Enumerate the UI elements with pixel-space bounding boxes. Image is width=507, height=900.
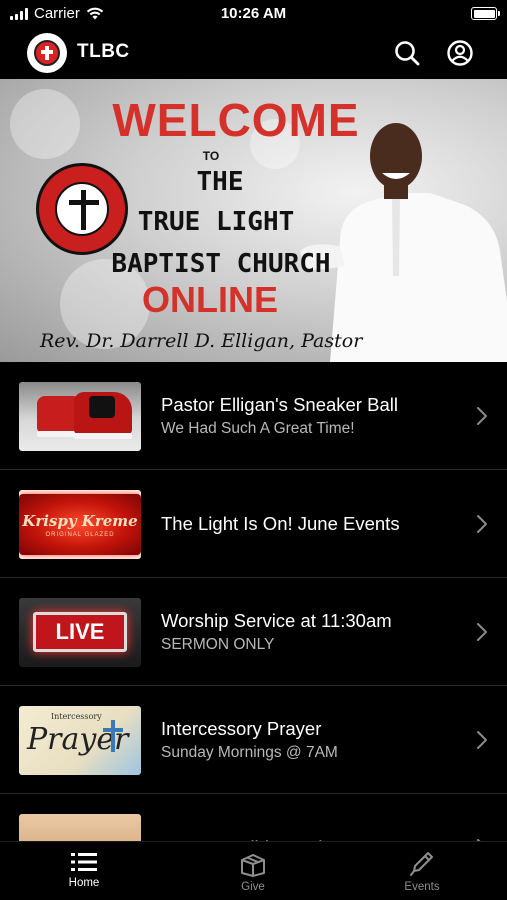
list-item-subtitle: SERMON ONLY: [161, 635, 275, 653]
kk-sign-subtext: ORIGINAL GLAZED: [45, 532, 115, 538]
list-item-worship-service[interactable]: LIVE Worship Service at 11:30am SERMON O…: [0, 578, 507, 686]
prayer-thumbnail: Intercessory Prayer: [19, 706, 141, 775]
list-item-sneaker-ball[interactable]: Pastor Elligan's Sneaker Ball We Had Suc…: [0, 362, 507, 470]
sneaker-thumbnail: [19, 382, 141, 451]
live-thumbnail: LIVE: [19, 598, 141, 667]
banner-welcome: WELCOME: [112, 94, 360, 146]
tab-give[interactable]: Give: [193, 842, 313, 900]
kk-sign-text: Krispy Kreme: [22, 512, 138, 530]
list-item-subtitle: Sunday Mornings @ 7AM: [161, 743, 338, 761]
banner-pastor-line: Rev. Dr. Darrell D. Elligan, Pastor: [40, 330, 363, 352]
list-item-subtitle: We Had Such A Great Time!: [161, 419, 355, 437]
banner-online: ONLINE: [141, 279, 278, 320]
krispy-kreme-thumbnail: Krispy Kreme ORIGINAL GLAZED: [19, 490, 141, 559]
tab-home[interactable]: Home: [24, 842, 144, 900]
chevron-right-icon: [477, 515, 487, 533]
tab-home-label: Home: [68, 877, 100, 889]
tab-events-label: Events: [404, 881, 440, 893]
live-sign: LIVE: [33, 612, 127, 652]
app-screen: Carrier 10:26 AM TLBC WELCOME TO THE TRU…: [0, 0, 507, 900]
gift-icon: [241, 854, 265, 877]
banner-true-light: TRUE LIGHT: [137, 207, 295, 237]
pencil-icon: [410, 852, 433, 876]
church-logo[interactable]: [27, 33, 67, 73]
tab-events[interactable]: Events: [362, 842, 482, 900]
chevron-right-icon: [477, 731, 487, 749]
church-seal-logo: [36, 163, 128, 255]
nav-bar: TLBC: [0, 28, 507, 79]
prayer-thumb-small-text: Intercessory: [51, 712, 102, 721]
battery-icon: [471, 7, 500, 20]
list-icon: [71, 853, 97, 871]
search-icon[interactable]: [393, 39, 421, 67]
banner-to: TO: [202, 149, 220, 163]
content-list: Pastor Elligan's Sneaker Ball We Had Suc…: [0, 362, 507, 900]
banner-the: THE: [196, 167, 244, 197]
list-item-june-events[interactable]: Krispy Kreme ORIGINAL GLAZED The Light I…: [0, 470, 507, 578]
chevron-right-icon: [477, 623, 487, 641]
list-item-title: Intercessory Prayer: [161, 717, 322, 739]
tab-give-label: Give: [241, 881, 265, 893]
list-item-title: The Light Is On! June Events: [161, 512, 400, 534]
status-bar: Carrier 10:26 AM: [0, 0, 507, 28]
list-item-title: Worship Service at 11:30am: [161, 609, 392, 631]
welcome-banner[interactable]: WELCOME TO THE TRUE LIGHT BAPTIST CHURCH…: [0, 79, 507, 362]
banner-baptist-church: BAPTIST CHURCH: [111, 249, 331, 279]
status-time: 10:26 AM: [220, 5, 287, 22]
list-item-title: Pastor Elligan's Sneaker Ball: [161, 393, 398, 415]
app-title: TLBC: [77, 41, 130, 62]
tab-bar: Home Give Events: [0, 841, 507, 900]
account-icon[interactable]: [446, 39, 474, 67]
chevron-right-icon: [477, 407, 487, 425]
list-item-intercessory-prayer[interactable]: Intercessory Prayer Intercessory Prayer …: [0, 686, 507, 794]
